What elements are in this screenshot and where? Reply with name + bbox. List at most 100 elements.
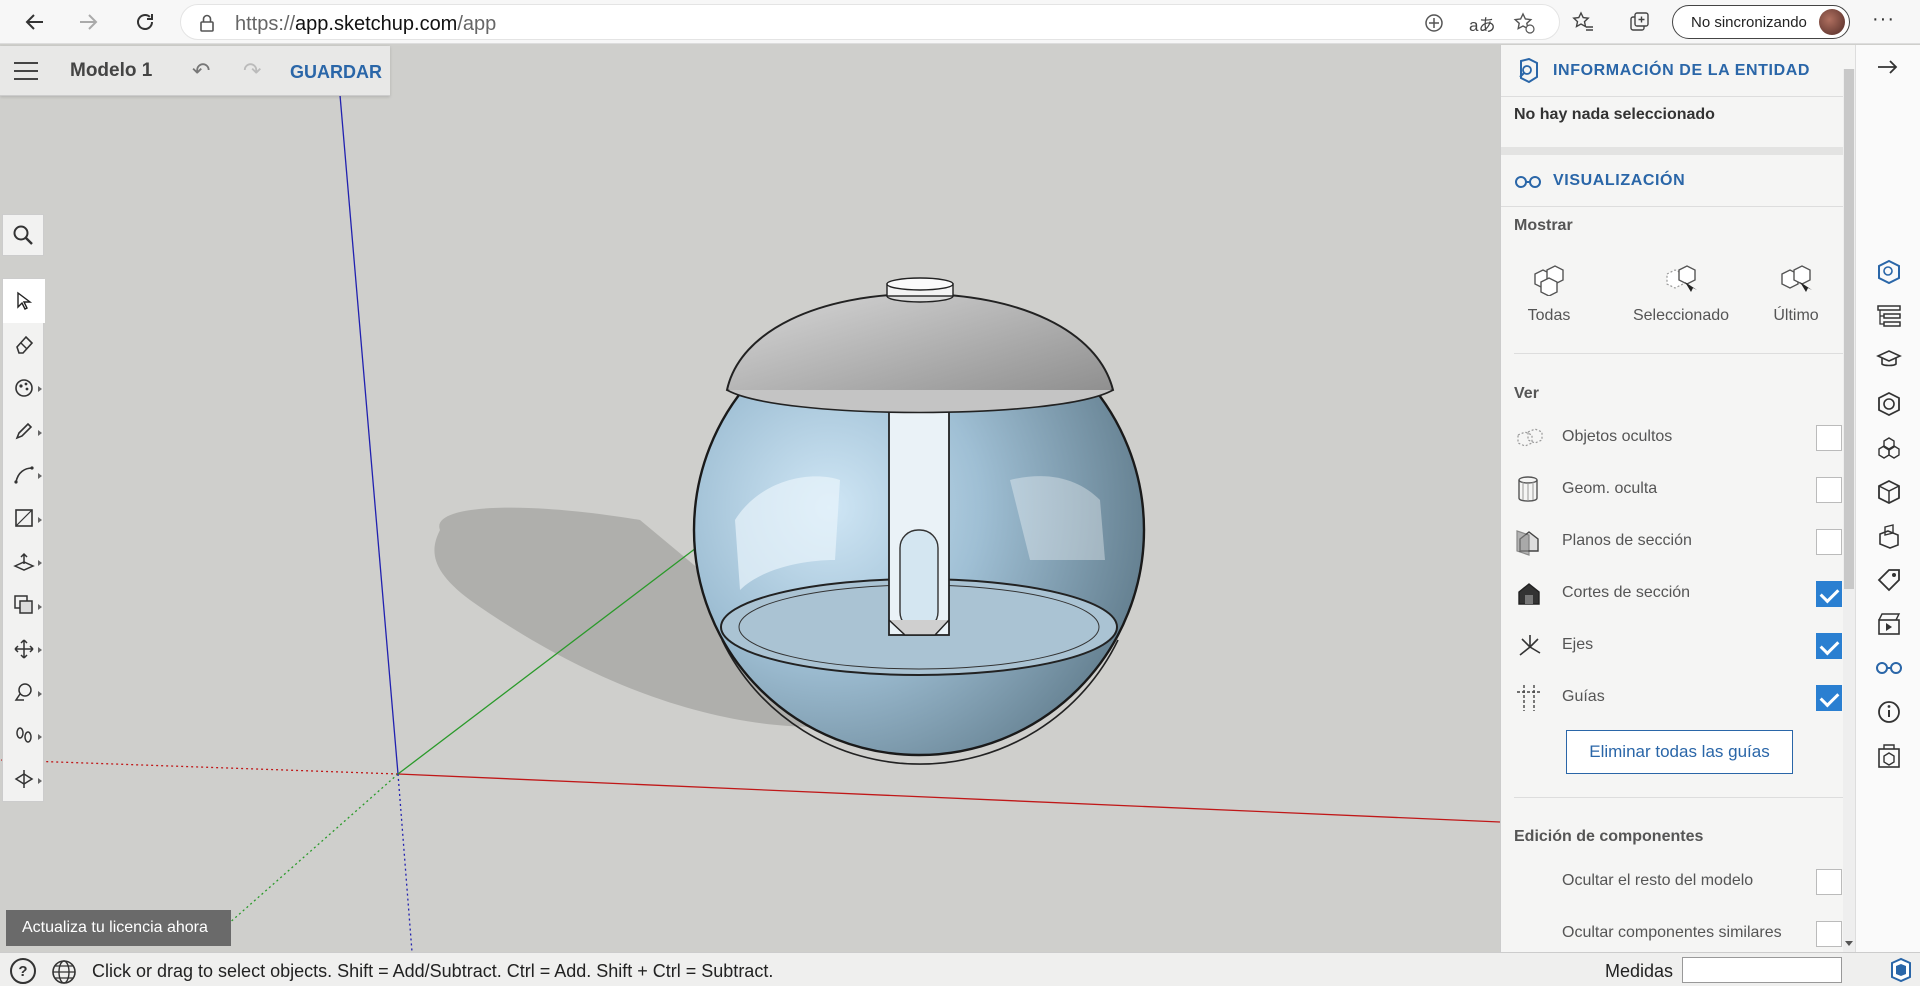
display-title: VISUALIZACIÓN bbox=[1553, 172, 1686, 189]
tape-measure-tool[interactable] bbox=[3, 671, 45, 715]
strip-display[interactable] bbox=[1874, 653, 1904, 683]
tray-icon-strip bbox=[1855, 45, 1920, 952]
strip-materials[interactable] bbox=[1874, 389, 1904, 419]
measurements-input[interactable] bbox=[1682, 957, 1842, 983]
forward-button[interactable] bbox=[73, 7, 103, 37]
guides-checkbox[interactable] bbox=[1816, 685, 1842, 711]
scroll-down-icon[interactable] bbox=[1845, 941, 1853, 946]
address-bar[interactable]: https://app.sketchup.com/app aあ bbox=[180, 4, 1560, 40]
back-button[interactable] bbox=[20, 7, 50, 37]
entity-info-header[interactable]: INFORMACIÓN DE LA ENTIDAD bbox=[1501, 45, 1855, 97]
redo-icon[interactable]: ↷ bbox=[243, 58, 261, 84]
hidden-geometry-row[interactable]: Geom. oculta bbox=[1514, 469, 1844, 509]
strip-model-info[interactable] bbox=[1874, 697, 1904, 727]
offset-tool[interactable] bbox=[3, 584, 45, 628]
show-selected-option[interactable]: Seleccionado bbox=[1626, 260, 1736, 325]
sync-profile-button[interactable]: No sincronizando bbox=[1672, 5, 1850, 39]
entity-info-title: INFORMACIÓN DE LA ENTIDAD bbox=[1553, 62, 1811, 79]
hidden-objects-label: Objetos ocultos bbox=[1562, 428, 1673, 445]
panel-scrollbar[interactable] bbox=[1843, 69, 1855, 952]
favorites-icon[interactable] bbox=[1572, 11, 1594, 33]
axes-row[interactable]: Ejes bbox=[1514, 625, 1844, 665]
scroll-thumb[interactable] bbox=[1844, 69, 1854, 589]
collapse-panel-icon[interactable] bbox=[1876, 57, 1900, 77]
hidden-geometry-icon bbox=[1518, 476, 1538, 502]
rectangle-icon bbox=[15, 509, 33, 528]
hidden-objects-row[interactable]: Objetos ocultos bbox=[1514, 417, 1844, 457]
hidden-objects-icon bbox=[1517, 428, 1543, 447]
strip-tags[interactable] bbox=[1874, 565, 1904, 595]
undo-icon[interactable]: ↶ bbox=[192, 58, 210, 84]
blue-axis bbox=[339, 94, 399, 775]
browser-toolbar: https://app.sketchup.com/app aあ No sincr… bbox=[0, 0, 1920, 44]
add-page-icon[interactable] bbox=[1424, 13, 1444, 33]
favorite-add-icon[interactable] bbox=[1513, 12, 1535, 34]
help-icon[interactable]: ? bbox=[10, 958, 36, 984]
show-last-label: Último bbox=[1773, 307, 1819, 324]
strip-extension[interactable] bbox=[1874, 741, 1904, 771]
entity-status: No hay nada seleccionado bbox=[1514, 106, 1715, 123]
move-tool[interactable] bbox=[3, 627, 45, 671]
strip-styles[interactable] bbox=[1874, 477, 1904, 507]
styles-icon bbox=[1878, 479, 1900, 505]
hide-similar-label: Ocultar componentes similares bbox=[1562, 924, 1782, 941]
rectangle-tool[interactable] bbox=[3, 497, 45, 541]
hidden-objects-checkbox[interactable] bbox=[1816, 425, 1842, 451]
paint-bucket-tool[interactable] bbox=[3, 366, 45, 410]
show-section-label: Mostrar bbox=[1514, 217, 1573, 234]
eraser-tool[interactable] bbox=[3, 323, 45, 367]
red-axis bbox=[397, 773, 1500, 823]
section-cuts-row[interactable]: Cortes de sección bbox=[1514, 573, 1844, 613]
main-menu-icon[interactable] bbox=[14, 62, 38, 80]
section-plane-tool[interactable] bbox=[3, 758, 45, 802]
hide-rest-row[interactable]: Ocultar el resto del modelo bbox=[1514, 861, 1844, 901]
upgrade-license-badge[interactable]: Actualiza tu licencia ahora bbox=[6, 910, 231, 946]
offset-icon bbox=[14, 595, 33, 614]
scene-canvas bbox=[0, 94, 1500, 952]
pencil-tool[interactable] bbox=[3, 410, 45, 454]
guides-row[interactable]: Guías bbox=[1514, 677, 1844, 717]
globe-icon[interactable] bbox=[50, 958, 78, 986]
display-header[interactable]: VISUALIZACIÓN bbox=[1501, 155, 1855, 207]
section-cuts-checkbox[interactable] bbox=[1816, 581, 1842, 607]
instructor-icon bbox=[1876, 350, 1902, 367]
reload-button[interactable] bbox=[130, 7, 160, 37]
clear-guides-button[interactable]: Eliminar todas las guías bbox=[1566, 730, 1793, 774]
hide-similar-checkbox[interactable] bbox=[1816, 921, 1842, 947]
outliner-icon bbox=[1877, 305, 1901, 327]
show-all-option[interactable]: Todas bbox=[1501, 260, 1604, 325]
materials-icon bbox=[1878, 391, 1900, 417]
section-planes-checkbox[interactable] bbox=[1816, 529, 1842, 555]
lamp-dome bbox=[725, 292, 1115, 406]
strip-outliner[interactable] bbox=[1874, 301, 1904, 331]
model-title[interactable]: Modelo 1 bbox=[70, 60, 152, 82]
walk-tool[interactable] bbox=[3, 714, 45, 758]
show-all-label: Todas bbox=[1527, 307, 1571, 324]
hide-similar-row[interactable]: Ocultar componentes similares bbox=[1514, 913, 1844, 952]
more-menu-icon[interactable]: ··· bbox=[1872, 8, 1895, 31]
search-tool[interactable] bbox=[2, 214, 44, 256]
strip-solid-tools[interactable] bbox=[1874, 521, 1904, 551]
model-title-bar: Modelo 1 ↶ ↷ GUARDAR bbox=[0, 46, 390, 96]
3d-viewport[interactable] bbox=[0, 45, 1500, 952]
push-pull-tool[interactable] bbox=[3, 540, 45, 584]
strip-entity-info[interactable] bbox=[1874, 257, 1904, 287]
axes-checkbox[interactable] bbox=[1816, 633, 1842, 659]
avatar bbox=[1819, 9, 1845, 35]
translate-icon[interactable]: aあ bbox=[1469, 11, 1495, 36]
section-planes-row[interactable]: Planos de sección bbox=[1514, 521, 1844, 561]
hide-rest-label: Ocultar el resto del modelo bbox=[1562, 872, 1754, 889]
hide-rest-checkbox[interactable] bbox=[1816, 869, 1842, 895]
section-separator bbox=[1514, 797, 1844, 798]
hidden-geometry-checkbox[interactable] bbox=[1816, 477, 1842, 503]
pencil-icon bbox=[15, 423, 33, 440]
select-tool[interactable] bbox=[3, 279, 45, 323]
arc-tool[interactable] bbox=[3, 453, 45, 497]
strip-components[interactable] bbox=[1874, 433, 1904, 463]
status-bar: ? Click or drag to select objects. Shift… bbox=[0, 952, 1920, 986]
strip-scenes[interactable] bbox=[1874, 609, 1904, 639]
show-last-option[interactable]: Último bbox=[1741, 260, 1851, 325]
collections-icon[interactable] bbox=[1628, 11, 1650, 33]
save-button[interactable]: GUARDAR bbox=[290, 62, 382, 83]
strip-instructor[interactable] bbox=[1874, 345, 1904, 375]
